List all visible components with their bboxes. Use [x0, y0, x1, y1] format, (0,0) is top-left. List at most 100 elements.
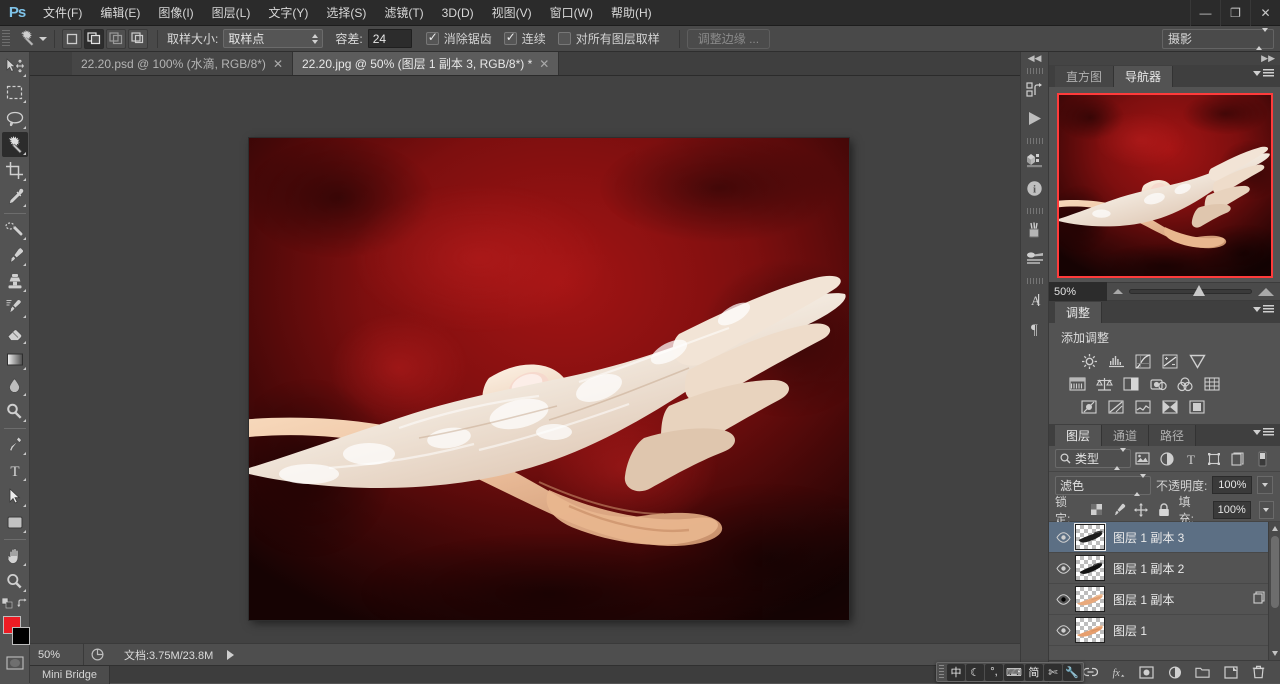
ime-language-button[interactable]: 中 [947, 664, 965, 681]
zoom-out-icon[interactable] [1113, 289, 1123, 294]
blur-tool[interactable] [2, 373, 28, 398]
document-tab-jpg[interactable]: 22.20.jpg @ 50% (图层 1 副本 3, RGB/8*) * ✕ [293, 52, 559, 75]
hue-saturation-icon[interactable] [1067, 375, 1087, 393]
anti-alias-checkbox[interactable]: 消除锯齿 [426, 30, 492, 47]
menu-type[interactable]: 文字(Y) [259, 0, 317, 26]
filter-toggle-icon[interactable] [1250, 448, 1274, 470]
layer-thumbnail[interactable] [1075, 524, 1105, 550]
tab-channels[interactable]: 通道 [1102, 425, 1149, 446]
stepper-icon[interactable] [312, 34, 318, 44]
vibrance-icon[interactable] [1187, 352, 1207, 370]
layer-name[interactable]: 图层 1 副本 [1113, 591, 1174, 608]
status-menu-arrow-icon[interactable] [227, 650, 234, 660]
menu-3d[interactable]: 3D(D) [433, 0, 483, 26]
dodge-tool[interactable] [2, 399, 28, 424]
play-icon[interactable] [1022, 104, 1048, 132]
background-color-swatch[interactable] [12, 627, 30, 645]
ime-settings-icon[interactable]: 🔧 [1063, 664, 1081, 681]
navigator-thumbnail[interactable] [1057, 93, 1273, 278]
menu-filter[interactable]: 滤镜(T) [375, 0, 432, 26]
fill-input[interactable]: 100% [1213, 501, 1251, 519]
tab-navigator[interactable]: 导航器 [1114, 66, 1173, 87]
link-layers-icon[interactable] [1083, 665, 1098, 680]
move-tool[interactable] [2, 54, 28, 79]
crop-tool[interactable] [2, 158, 28, 183]
layer-thumbnail[interactable] [1075, 586, 1105, 612]
scroll-down-icon[interactable] [1272, 651, 1278, 656]
marquee-tool[interactable] [2, 80, 28, 105]
panel-grip[interactable] [1027, 278, 1043, 284]
invert-icon[interactable] [1079, 398, 1099, 416]
layer-visibility-icon[interactable] [1051, 563, 1075, 574]
layer-mask-icon[interactable] [1139, 665, 1154, 680]
threshold-icon[interactable] [1133, 398, 1153, 416]
close-icon[interactable]: ✕ [539, 57, 549, 71]
lock-image-icon[interactable] [1111, 502, 1126, 517]
contiguous-checkbox[interactable]: 连续 [504, 30, 546, 47]
curves-icon[interactable] [1133, 352, 1153, 370]
ime-toolbar[interactable]: 中 ☾ °, ⌨ 简 ✄ 🔧 [936, 662, 1084, 682]
actions-icon[interactable] [1022, 76, 1048, 104]
color-swatches[interactable] [1, 616, 29, 646]
restore-button[interactable]: ❐ [1220, 0, 1250, 26]
expand-dock-icon[interactable]: ▶▶ [1049, 52, 1280, 65]
eraser-tool[interactable] [2, 321, 28, 346]
minimize-button[interactable]: — [1190, 0, 1220, 26]
layer-filter-select[interactable]: 类型 [1055, 449, 1131, 468]
tab-layers[interactable]: 图层 [1055, 425, 1102, 446]
layer-thumbnail[interactable] [1075, 555, 1105, 581]
brush-presets-icon[interactable] [1022, 244, 1048, 272]
layer-name[interactable]: 图层 1 [1113, 622, 1147, 639]
new-group-icon[interactable] [1195, 665, 1210, 680]
sample-size-select[interactable]: 取样点 [223, 29, 323, 48]
stepper-icon[interactable] [1134, 478, 1146, 492]
panel-grip[interactable] [1027, 208, 1043, 214]
ime-grip[interactable] [939, 665, 944, 679]
clone-stamp-tool[interactable] [2, 269, 28, 294]
color-balance-icon[interactable] [1094, 375, 1114, 393]
color-lookup-icon[interactable] [1202, 375, 1222, 393]
lock-position-icon[interactable] [1134, 502, 1148, 517]
navigator-zoom-input[interactable]: 50% [1049, 282, 1107, 301]
paragraph-icon[interactable]: ¶ [1022, 314, 1048, 342]
navigator-zoom-slider[interactable] [1107, 288, 1280, 296]
refine-edge-button[interactable]: 调整边缘 ... [687, 29, 770, 49]
layer-row-copy[interactable]: 图层 1 副本 [1049, 584, 1280, 615]
fill-chevron-down-icon[interactable] [1259, 501, 1274, 519]
lock-transparency-icon[interactable] [1089, 502, 1103, 517]
zoom-in-icon[interactable] [1258, 288, 1274, 296]
smartobject-filter-icon[interactable] [1226, 448, 1250, 470]
quick-mask-tool[interactable] [2, 650, 28, 675]
layer-visibility-icon[interactable] [1051, 532, 1075, 543]
slider-track[interactable] [1129, 289, 1252, 294]
layer-list[interactable]: 图层 1 副本 3 图层 1 副本 2 [1049, 522, 1280, 660]
shape-tool[interactable] [2, 510, 28, 535]
type-tool[interactable]: T [2, 458, 28, 483]
healing-brush-tool[interactable] [2, 217, 28, 242]
tab-adjustments[interactable]: 调整 [1055, 302, 1102, 323]
navigator-panel-menu-icon[interactable] [1253, 69, 1274, 78]
zoom-level-input[interactable]: 50% [30, 644, 84, 666]
tool-preset-chevron-down-icon[interactable] [39, 37, 47, 41]
new-adjustment-icon[interactable] [1167, 665, 1182, 680]
layer-visibility-icon[interactable] [1051, 625, 1075, 636]
canvas-area[interactable] [30, 76, 1020, 643]
tab-paths[interactable]: 路径 [1149, 425, 1196, 446]
options-bar-grip[interactable] [2, 30, 10, 48]
panel-grip[interactable] [1027, 138, 1043, 144]
exposure-icon[interactable] [1160, 352, 1180, 370]
workspace-select[interactable]: 摄影 [1162, 29, 1274, 49]
layer-thumbnail[interactable] [1075, 617, 1105, 643]
close-button[interactable]: ✕ [1250, 0, 1280, 26]
layer-row-base[interactable]: 图层 1 [1049, 615, 1280, 646]
black-white-icon[interactable] [1121, 375, 1141, 393]
type-filter-icon[interactable]: T [1179, 448, 1203, 470]
layer-style-icon[interactable]: fx [1111, 665, 1126, 680]
delete-layer-icon[interactable] [1251, 665, 1266, 680]
menu-file[interactable]: 文件(F) [34, 0, 91, 26]
default-colors-icon[interactable] [2, 598, 13, 612]
gradient-map-icon[interactable] [1160, 398, 1180, 416]
gradient-tool[interactable] [2, 347, 28, 372]
selection-mode-new-button[interactable] [62, 29, 82, 49]
pen-tool[interactable] [2, 432, 28, 457]
